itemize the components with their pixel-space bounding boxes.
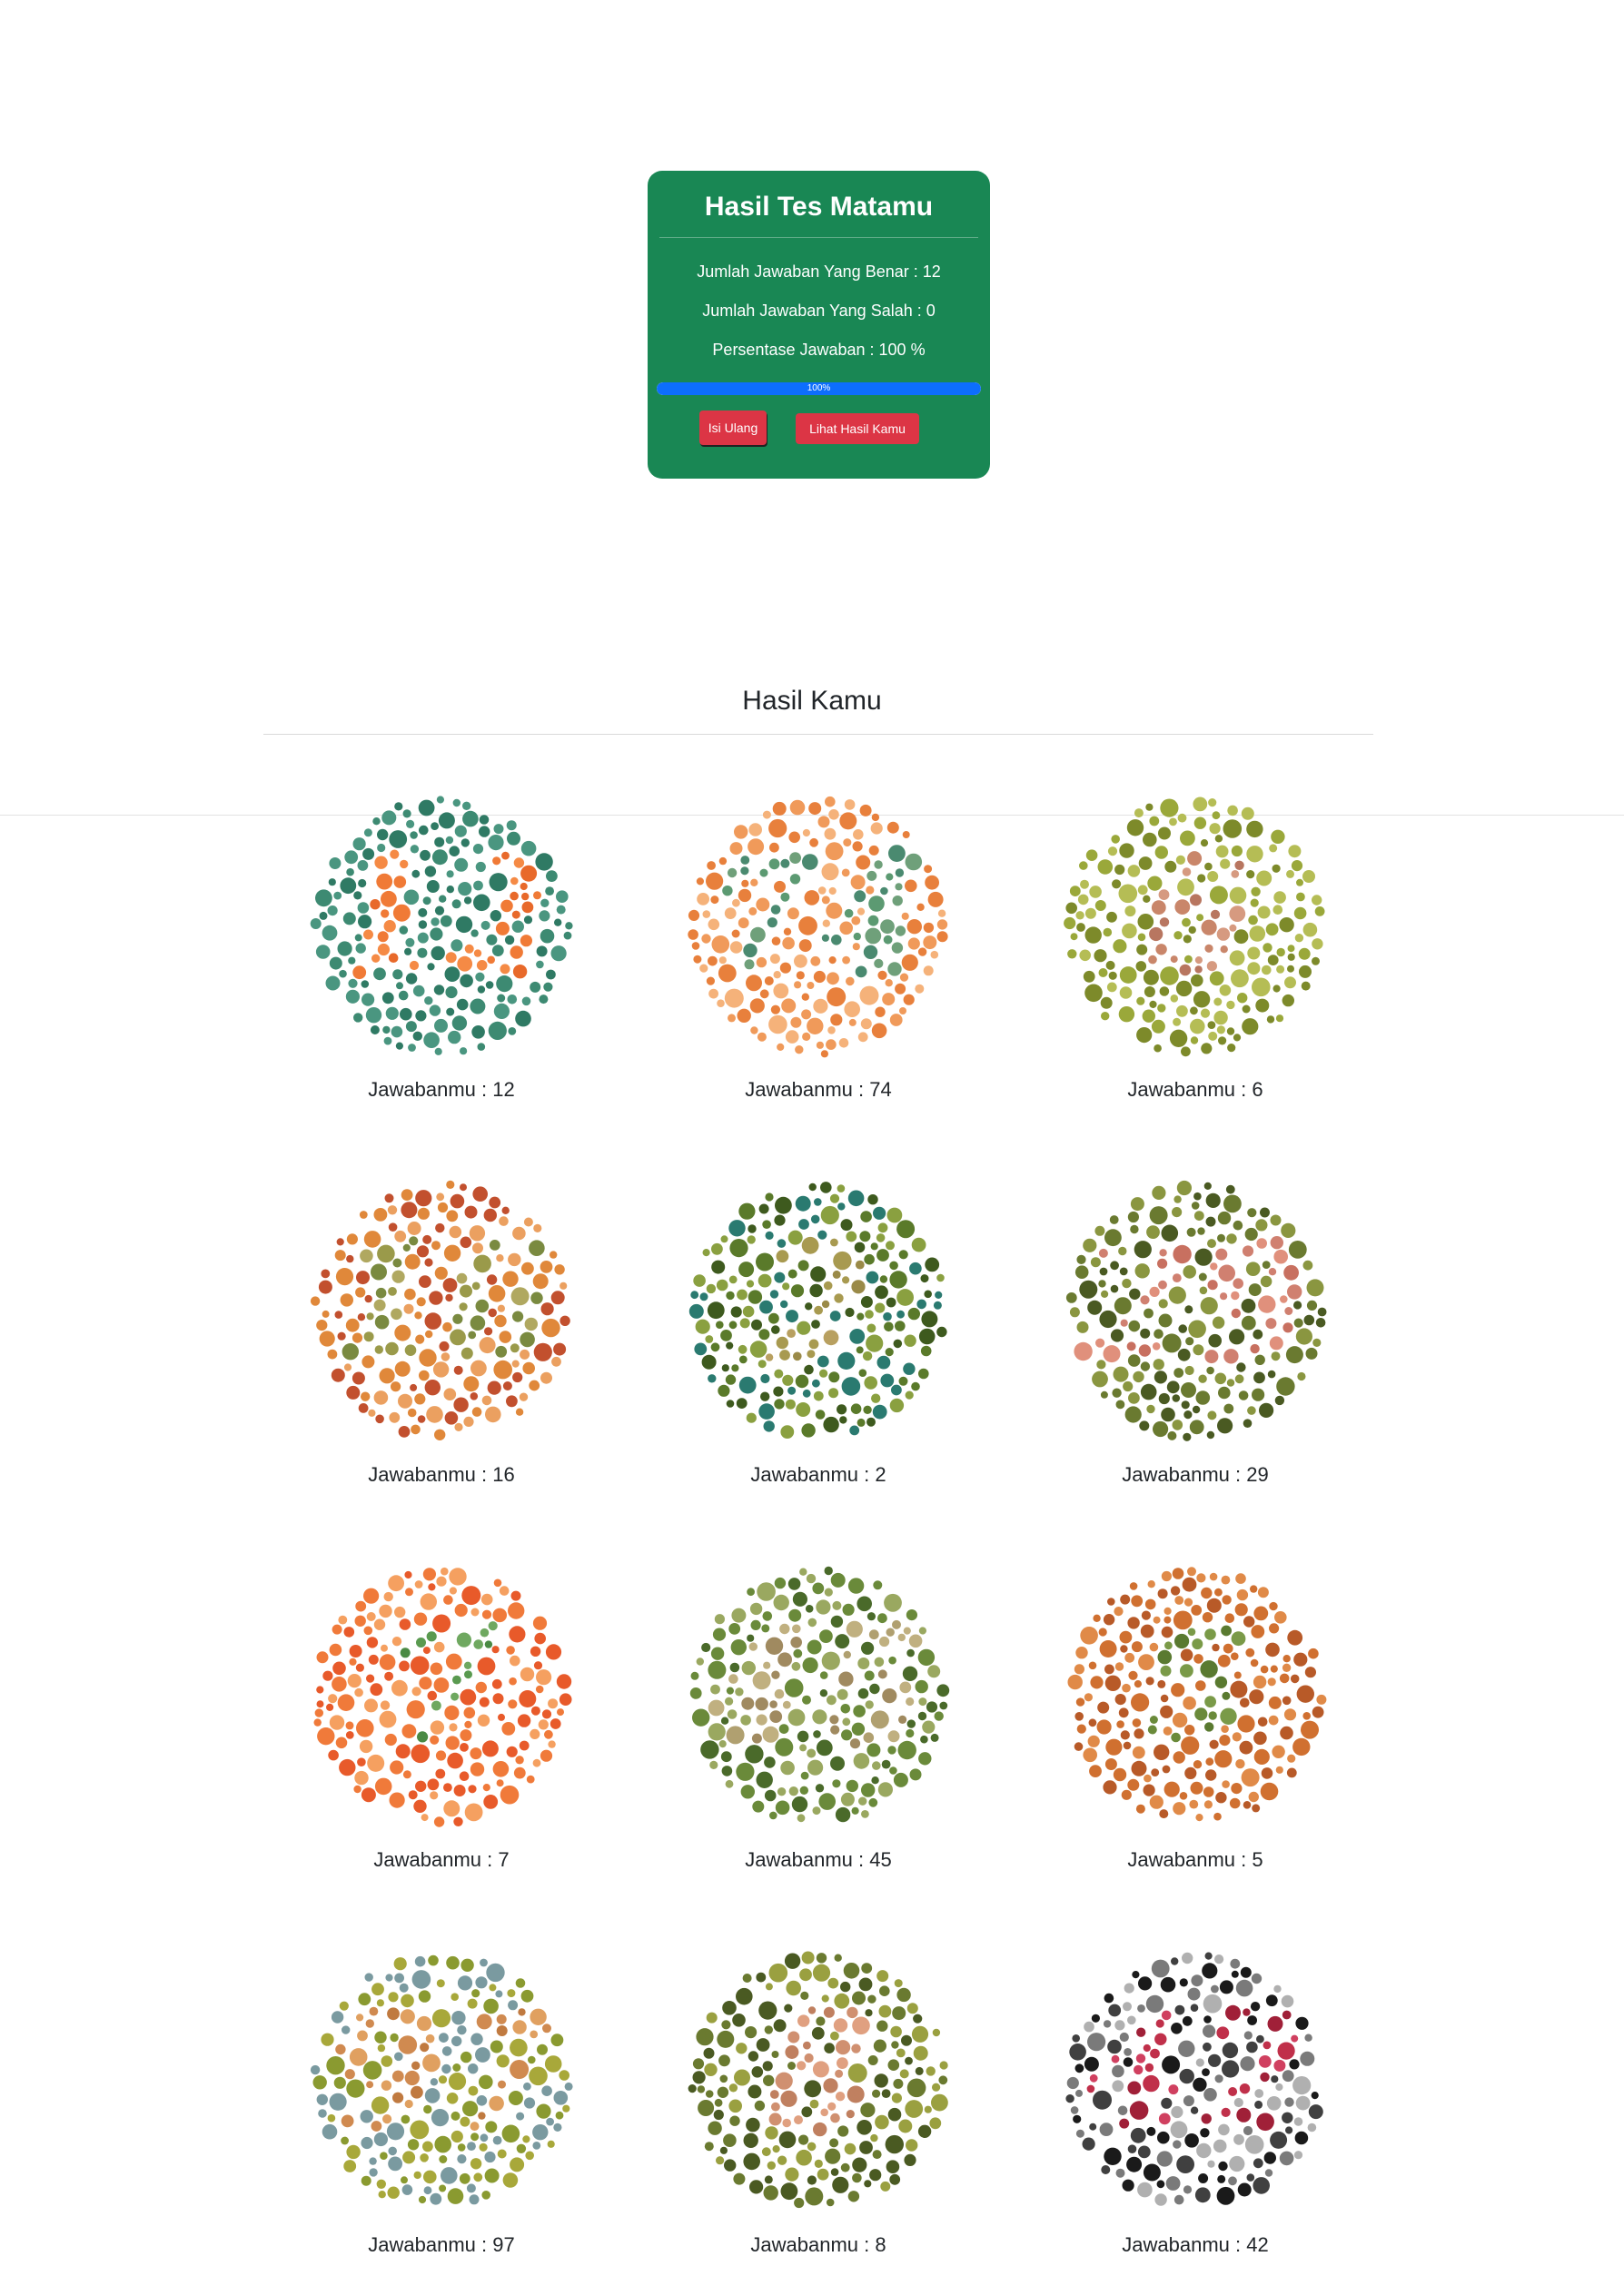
plate-caption: Jawabanmu : 12 [368,1078,515,1101]
wrong-count-text: Jumlah Jawaban Yang Salah : 0 [702,302,936,320]
plate-image [305,1560,578,1833]
plate-caption: Jawabanmu : 7 [373,1848,510,1871]
plate-caption: Jawabanmu : 8 [750,2233,886,2256]
plate-caption: Jawabanmu : 74 [745,1078,892,1101]
plate-caption: Jawabanmu : 42 [1122,2233,1269,2256]
view-results-button[interactable]: Lihat Hasil Kamu [796,413,919,444]
plate-image [1059,790,1332,1063]
refill-button[interactable]: Isi Ulang [699,411,767,445]
card-button-row: Isi Ulang Lihat Hasil Kamu [648,395,990,450]
plate-caption: Jawabanmu : 5 [1127,1848,1263,1871]
result-card: Hasil Tes Matamu Jumlah Jawaban Yang Ben… [648,171,990,479]
plate-image [305,1945,578,2218]
plate-image [682,790,955,1063]
percentage-text: Persentase Jawaban : 100 % [712,341,926,359]
plate-caption: Jawabanmu : 6 [1127,1078,1263,1101]
section-divider [263,734,1373,735]
plate-image [305,790,578,1063]
plate-caption: Jawabanmu : 2 [750,1463,886,1486]
progress-track: 100% [657,382,981,395]
plate-caption: Jawabanmu : 29 [1122,1463,1269,1486]
plate-caption: Jawabanmu : 16 [368,1463,515,1486]
plate-image [682,1945,955,2218]
plate-image [1059,1175,1332,1448]
plate-caption: Jawabanmu : 45 [745,1848,892,1871]
correct-count-text: Jumlah Jawaban Yang Benar : 12 [697,262,941,281]
card-divider [659,237,978,238]
plate-image [682,1560,955,1833]
progress-bar: 100% [657,382,981,395]
plate-image [682,1175,955,1448]
plate-image [1059,1945,1332,2218]
plate-caption: Jawabanmu : 97 [368,2233,515,2256]
result-card-title: Hasil Tes Matamu [704,192,934,222]
results-section-title: Hasil Kamu [742,686,882,716]
plate-image [1059,1560,1332,1833]
plate-image [305,1175,578,1448]
page: Hasil Tes Matamu Jumlah Jawaban Yang Ben… [0,0,1624,2276]
